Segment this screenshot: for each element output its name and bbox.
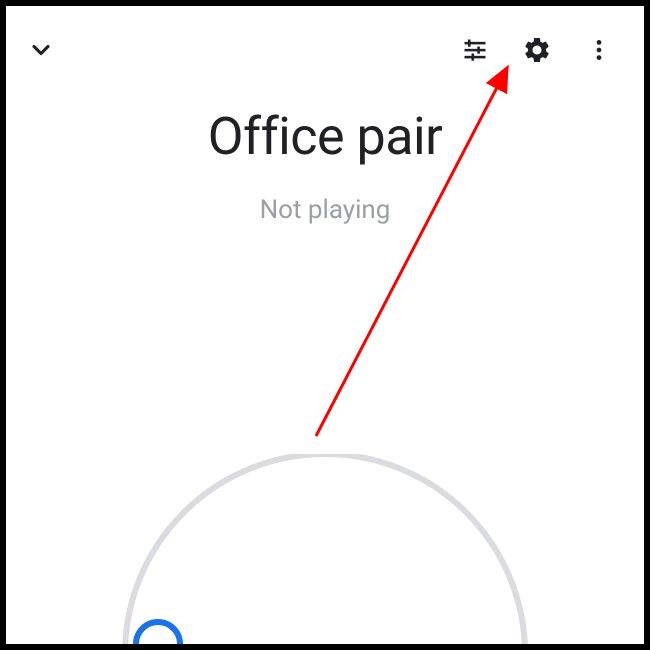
- device-name: Office pair: [6, 106, 644, 167]
- more-vertical-icon: [586, 37, 612, 63]
- collapse-button[interactable]: [24, 33, 58, 67]
- top-toolbar: [6, 6, 644, 76]
- gear-icon: [522, 35, 552, 65]
- toolbar-left: [24, 33, 58, 67]
- device-title-area: Office pair Not playing: [6, 106, 644, 225]
- settings-button[interactable]: [520, 33, 554, 67]
- device-detail-screen: Office pair Not playing: [0, 0, 650, 650]
- playback-status: Not playing: [6, 195, 644, 225]
- volume-arc-container: [6, 454, 644, 650]
- volume-arc[interactable]: [85, 454, 565, 650]
- volume-handle[interactable]: [136, 622, 180, 650]
- toolbar-right: [458, 33, 626, 67]
- chevron-down-icon: [27, 36, 55, 64]
- equalizer-button[interactable]: [458, 33, 492, 67]
- annotation-arrow: [6, 6, 644, 644]
- equalizer-icon: [461, 36, 489, 64]
- overflow-menu-button[interactable]: [582, 33, 616, 67]
